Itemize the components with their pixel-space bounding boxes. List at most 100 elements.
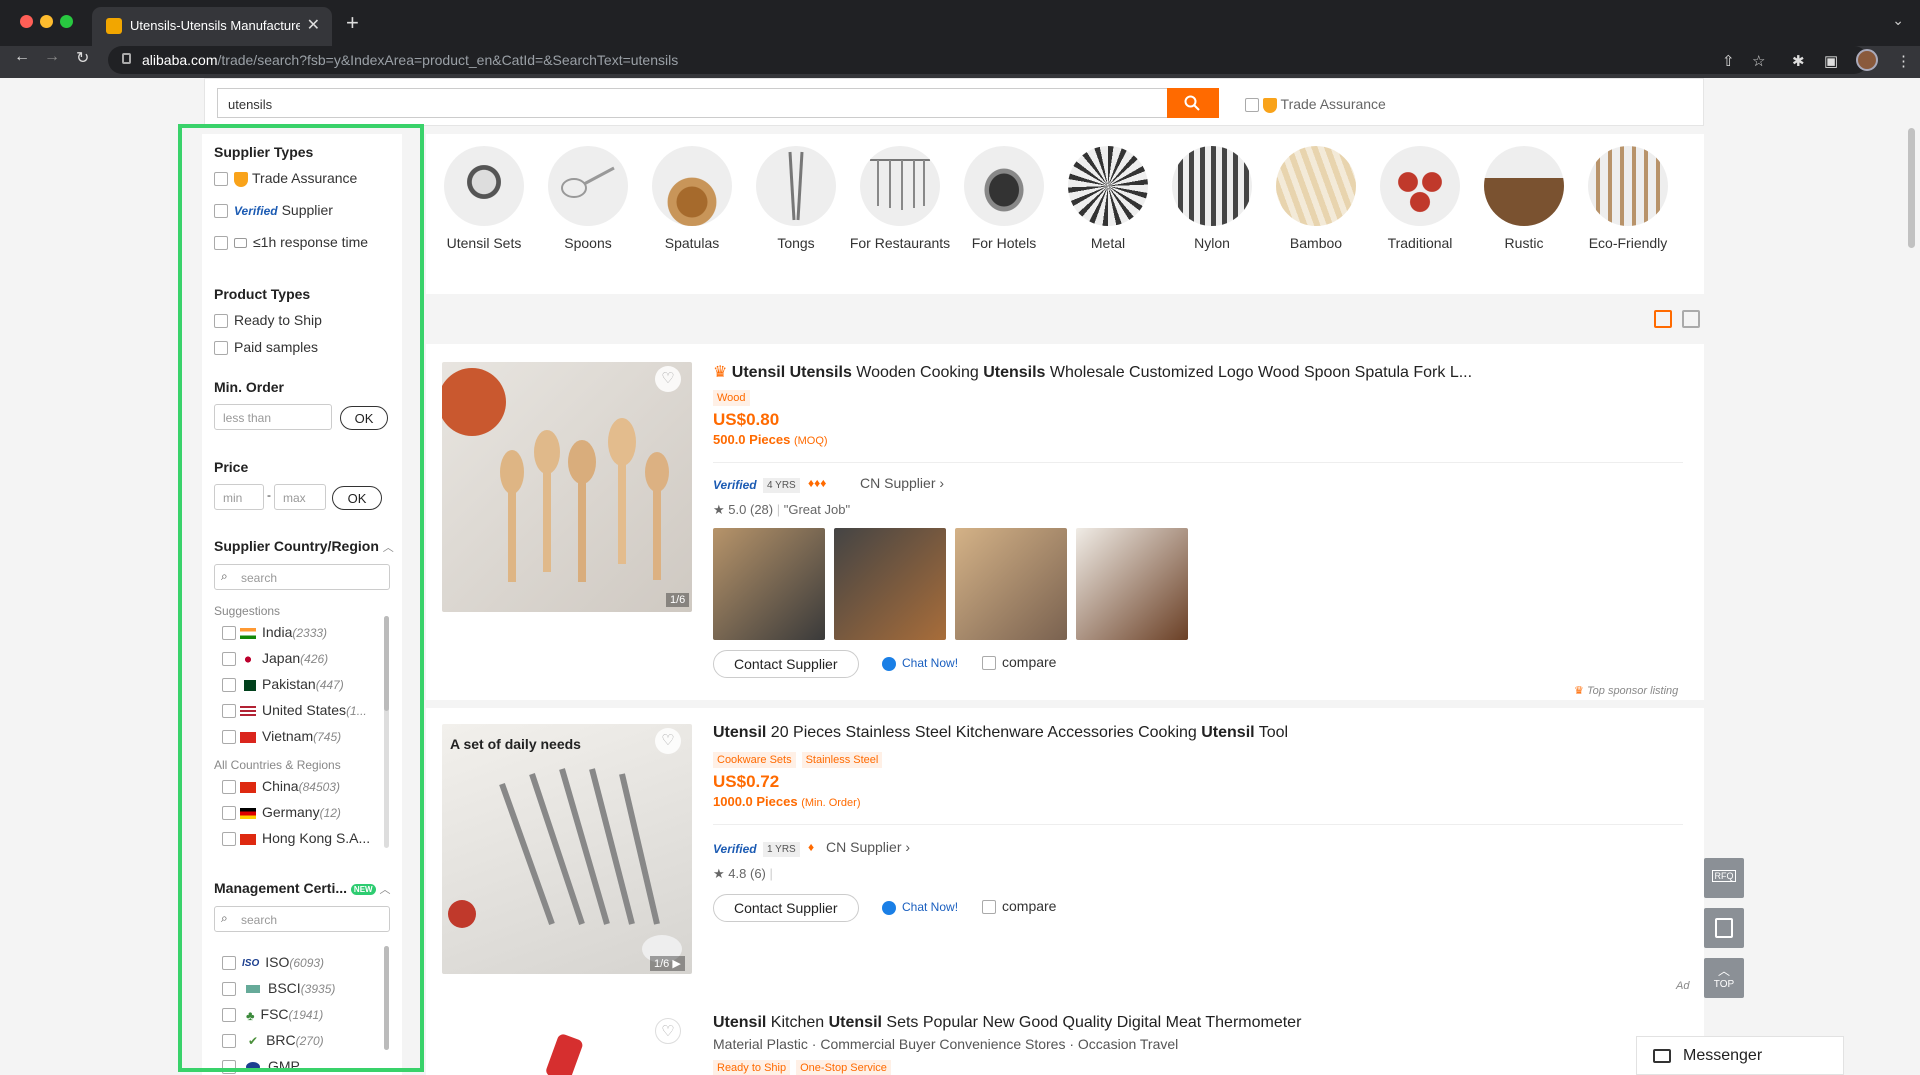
checkbox[interactable] <box>222 1034 236 1049</box>
checkbox[interactable] <box>222 678 236 693</box>
scroll-thumb[interactable] <box>384 616 389 711</box>
country-option-hong-kong[interactable]: Hong Kong S.A... <box>222 830 370 847</box>
price-min-input[interactable]: min <box>214 484 264 510</box>
country-option-germany[interactable]: Germany(12) <box>222 804 341 821</box>
category-traditional[interactable]: Traditional <box>1368 146 1472 250</box>
browser-tab[interactable]: Utensils-Utensils Manufacturer ✕ <box>92 7 332 46</box>
back-to-top-button[interactable]: ︿ TOP <box>1704 958 1744 998</box>
cert-option-iso[interactable]: ISO ISO(6093) <box>222 954 324 971</box>
trade-assurance-checkbox[interactable] <box>1245 98 1259 113</box>
price-max-input[interactable]: max <box>274 484 326 510</box>
cert-option-brc[interactable]: ✔ BRC(270) <box>222 1032 324 1049</box>
share-icon[interactable]: ⇧ <box>1722 52 1735 70</box>
cert-option-bsci[interactable]: BSCI(3935) <box>222 980 335 997</box>
checkbox[interactable] <box>982 900 996 915</box>
cert-option-fsc[interactable]: ♣ FSC(1941) <box>222 1006 323 1023</box>
product-title[interactable]: Utensil Kitchen Utensil Sets Popular New… <box>713 1014 1301 1032</box>
checkbox[interactable] <box>222 626 236 641</box>
cert-option-gmp[interactable]: GMP <box>222 1058 300 1075</box>
profile-avatar[interactable] <box>1856 49 1878 71</box>
favorite-heart-icon[interactable]: ♡ <box>655 366 681 392</box>
country-option-pakistan[interactable]: Pakistan(447) <box>222 676 344 693</box>
tab-search-icon[interactable]: ⌄ <box>1892 12 1904 29</box>
chevron-up-icon[interactable]: ︿ <box>379 884 390 896</box>
checkbox[interactable] <box>214 204 228 219</box>
country-search-input[interactable]: ⌕ search <box>214 564 390 590</box>
checkbox[interactable] <box>222 780 236 795</box>
category-tongs[interactable]: Tongs <box>744 146 848 250</box>
checkbox[interactable] <box>222 832 236 847</box>
category-spatulas[interactable]: Spatulas <box>640 146 744 250</box>
min-order-ok-button[interactable]: OK <box>340 406 388 430</box>
filter-verified-supplier[interactable]: Verified Supplier <box>214 202 333 219</box>
supplier-country[interactable]: CN Supplier › <box>860 475 944 491</box>
address-bar[interactable]: alibaba.com/trade/search?fsb=y&IndexArea… <box>108 46 1868 74</box>
product-title[interactable]: Utensil 20 Pieces Stainless Steel Kitche… <box>713 724 1288 742</box>
product-image[interactable] <box>442 1016 692 1075</box>
country-title[interactable]: Supplier Country/Region ︿ <box>214 538 394 555</box>
checkbox[interactable] <box>222 1060 236 1075</box>
product-image[interactable] <box>442 362 692 612</box>
checkbox[interactable] <box>222 1008 236 1023</box>
compare-toggle[interactable]: compare <box>982 654 1056 671</box>
close-tab-icon[interactable]: ✕ <box>307 15 320 35</box>
checkbox[interactable] <box>222 956 236 971</box>
category-for-restaurants[interactable]: For Restaurants <box>848 146 952 250</box>
chat-now-link[interactable]: Chat Now! <box>882 656 958 671</box>
country-option-japan[interactable]: Japan(426) <box>222 650 328 667</box>
cert-title[interactable]: Management Certi... NEW ︿ <box>214 880 390 897</box>
checkbox[interactable] <box>222 704 236 719</box>
list-view-icon[interactable] <box>1654 310 1672 328</box>
search-input[interactable]: utensils <box>217 88 1169 118</box>
category-nylon[interactable]: Nylon <box>1160 146 1264 250</box>
category-utensil-sets[interactable]: Utensil Sets <box>432 146 536 250</box>
country-option-vietnam[interactable]: Vietnam(745) <box>222 728 341 745</box>
rfq-button[interactable]: RFQ <box>1704 858 1744 898</box>
filter-trade-assurance[interactable]: Trade Assurance <box>214 170 357 187</box>
favorite-heart-icon[interactable]: ♡ <box>655 728 681 754</box>
filter-ready-to-ship[interactable]: Ready to Ship <box>214 312 322 329</box>
checkbox[interactable] <box>214 236 228 251</box>
chevron-up-icon[interactable]: ︿ <box>383 542 394 554</box>
category-metal[interactable]: Metal <box>1056 146 1160 250</box>
checkbox[interactable] <box>222 652 236 667</box>
extensions-icon[interactable]: ✱ <box>1792 52 1805 70</box>
country-list-scrollbar[interactable] <box>384 616 389 848</box>
browser-menu-icon[interactable]: ⋮ <box>1896 52 1911 70</box>
contact-supplier-button[interactable]: Contact Supplier <box>713 894 859 922</box>
product-thumbnail[interactable] <box>834 528 946 640</box>
messenger-button[interactable]: Messenger <box>1636 1036 1844 1075</box>
scroll-thumb[interactable] <box>384 946 389 1050</box>
trade-assurance-filter[interactable]: Trade Assurance <box>1245 96 1386 113</box>
supplier-country[interactable]: CN Supplier › <box>826 839 910 855</box>
category-rustic[interactable]: Rustic <box>1472 146 1576 250</box>
checkbox[interactable] <box>982 656 996 671</box>
checkbox[interactable] <box>214 172 228 187</box>
sidebar-icon[interactable]: ▣ <box>1824 52 1838 70</box>
min-order-input[interactable]: less than <box>214 404 332 430</box>
favorite-heart-icon[interactable]: ♡ <box>655 1018 681 1044</box>
checkbox[interactable] <box>222 806 236 821</box>
cert-list-scrollbar[interactable] <box>384 946 389 1050</box>
product-thumbnail[interactable] <box>1076 528 1188 640</box>
reload-icon[interactable]: ↻ <box>76 48 89 68</box>
country-option-united-states[interactable]: United States(1... <box>222 702 367 719</box>
country-option-india[interactable]: India(2333) <box>222 624 327 641</box>
category-for-hotels[interactable]: For Hotels <box>952 146 1056 250</box>
category-bamboo[interactable]: Bamboo <box>1264 146 1368 250</box>
bookmark-star-icon[interactable]: ☆ <box>1752 52 1765 70</box>
cert-search-input[interactable]: ⌕ search <box>214 906 390 932</box>
contact-supplier-button[interactable]: Contact Supplier <box>713 650 859 678</box>
grid-view-icon[interactable] <box>1682 310 1700 328</box>
category-eco-friendly[interactable]: Eco-Friendly <box>1576 146 1680 250</box>
product-thumbnail[interactable] <box>713 528 825 640</box>
forward-icon[interactable]: → <box>44 48 60 66</box>
chat-now-link[interactable]: Chat Now! <box>882 900 958 915</box>
price-ok-button[interactable]: OK <box>332 486 382 510</box>
checkbox[interactable] <box>222 730 236 745</box>
minimize-window-button[interactable] <box>40 15 53 28</box>
page-scrollbar[interactable] <box>1908 128 1915 248</box>
new-tab-icon[interactable]: + <box>346 10 359 36</box>
checkbox[interactable] <box>214 341 228 356</box>
country-option-china[interactable]: China(84503) <box>222 778 340 795</box>
